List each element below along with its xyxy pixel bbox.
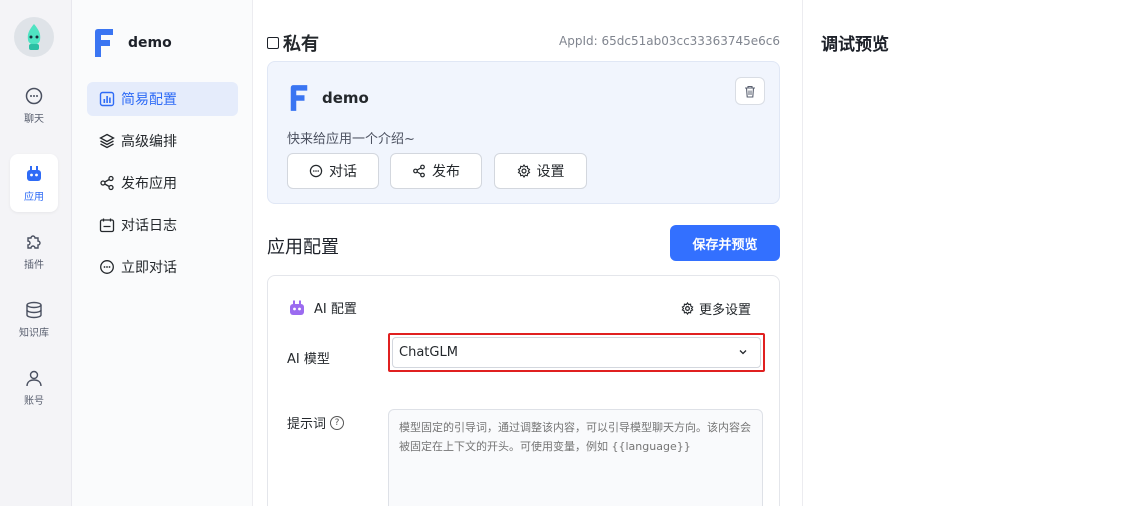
rail-item-knowledge[interactable]: 知识库 bbox=[10, 290, 58, 348]
more-settings-label: 更多设置 bbox=[698, 303, 751, 318]
sidebar-item-label: 高级编排 bbox=[121, 134, 177, 150]
more-settings-button[interactable]: 更多设置 bbox=[681, 299, 751, 318]
app-id: AppId: 65dc51ab03cc33363745e6c6 bbox=[559, 34, 780, 48]
settings-button-label: 设置 bbox=[536, 164, 565, 180]
sidebar-item-publish[interactable]: 发布应用 bbox=[87, 166, 238, 200]
avatar-icon bbox=[27, 24, 41, 50]
robot-icon bbox=[27, 165, 41, 181]
sidebar-item-simple-config[interactable]: 简易配置 bbox=[87, 82, 238, 116]
app-card-name: demo bbox=[322, 89, 369, 107]
main-panel: 私有 AppId: 65dc51ab03cc33363745e6c6 demo … bbox=[253, 0, 802, 506]
trash-icon bbox=[745, 85, 755, 98]
delete-button[interactable] bbox=[735, 77, 765, 105]
prompt-label: 提示词 ? bbox=[287, 413, 345, 432]
sidebar-item-label: 对话日志 bbox=[121, 218, 177, 234]
share-icon bbox=[100, 175, 114, 191]
sidebar-item-logs[interactable]: 对话日志 bbox=[87, 208, 238, 242]
rail-item-chat[interactable]: 聊天 bbox=[10, 76, 58, 134]
app-logo-icon bbox=[95, 29, 113, 57]
database-icon bbox=[26, 301, 42, 318]
ai-config-title: AI 配置 bbox=[288, 298, 357, 317]
ai-model-select[interactable]: ChatGLM bbox=[392, 337, 761, 368]
ai-model-label: AI 模型 bbox=[287, 352, 330, 367]
sidebar-item-chat-now[interactable]: 立即对话 bbox=[87, 250, 238, 284]
gear-icon bbox=[517, 164, 530, 178]
page-title-text: 私有 bbox=[283, 34, 319, 55]
prompt-label-text: 提示词 bbox=[287, 417, 327, 432]
ai-config-panel: AI 配置 更多设置 AI 模型 ChatGLM 提示词 ? bbox=[267, 275, 780, 506]
icon-rail: 聊天 应用 插件 知识库 账号 bbox=[0, 0, 72, 506]
sidebar-item-label: 立即对话 bbox=[121, 260, 177, 276]
page-title: 私有 bbox=[267, 30, 319, 56]
gear-icon bbox=[681, 302, 694, 315]
rail-label-account: 账号 bbox=[24, 395, 44, 407]
publish-button[interactable]: 发布 bbox=[390, 153, 482, 189]
lock-icon bbox=[267, 37, 279, 49]
app-intro: 快来给应用一个介绍~ bbox=[287, 132, 415, 147]
ai-model-value: ChatGLM bbox=[399, 345, 458, 360]
calendar-icon bbox=[99, 218, 115, 233]
app-info-card: demo 快来给应用一个介绍~ 对话 发布 设置 bbox=[267, 61, 780, 204]
sidebar-app-name: demo bbox=[128, 35, 172, 51]
sidebar-item-label: 发布应用 bbox=[121, 176, 177, 192]
save-preview-button[interactable]: 保存并预览 bbox=[670, 225, 780, 261]
publish-button-label: 发布 bbox=[432, 164, 460, 180]
user-avatar[interactable] bbox=[14, 17, 54, 57]
prompt-textarea[interactable] bbox=[388, 409, 763, 506]
robot-icon bbox=[290, 300, 304, 315]
rail-item-plugins[interactable]: 插件 bbox=[10, 222, 58, 280]
sidebar-item-label: 简易配置 bbox=[121, 92, 177, 108]
app-sidebar: demo 简易配置 高级编排 发布应用 对话日志 立即对话 bbox=[72, 0, 253, 506]
rail-item-account[interactable]: 账号 bbox=[10, 358, 58, 416]
chart-icon bbox=[99, 91, 115, 107]
sidebar-item-advanced[interactable]: 高级编排 bbox=[87, 124, 238, 158]
rail-label-apps: 应用 bbox=[24, 191, 44, 203]
app-card-header: demo bbox=[288, 84, 369, 112]
share-icon bbox=[413, 164, 425, 178]
chat-bubble-icon bbox=[309, 164, 323, 178]
app-logo-icon bbox=[290, 85, 308, 111]
sidebar-app-header: demo bbox=[92, 28, 172, 58]
ai-config-title-text: AI 配置 bbox=[314, 302, 357, 317]
debug-preview-panel: 调试预览 bbox=[802, 0, 1141, 506]
chat-button-label: 对话 bbox=[329, 164, 357, 180]
rail-label-plugins: 插件 bbox=[24, 259, 44, 271]
puzzle-icon bbox=[27, 234, 41, 249]
layers-icon bbox=[99, 133, 115, 149]
rail-item-apps[interactable]: 应用 bbox=[10, 154, 58, 212]
chevron-down-icon bbox=[739, 350, 747, 355]
chat-button[interactable]: 对话 bbox=[287, 153, 379, 189]
chat-bubble-icon bbox=[25, 87, 43, 104]
preview-title: 调试预览 bbox=[821, 35, 889, 55]
user-icon bbox=[26, 370, 42, 386]
chat-bubble-icon bbox=[100, 260, 114, 274]
section-title-app-config: 应用配置 bbox=[267, 237, 339, 258]
settings-button[interactable]: 设置 bbox=[494, 153, 587, 189]
rail-label-knowledge: 知识库 bbox=[19, 327, 49, 339]
rail-label-chat: 聊天 bbox=[24, 113, 44, 125]
help-icon[interactable]: ? bbox=[330, 415, 345, 430]
